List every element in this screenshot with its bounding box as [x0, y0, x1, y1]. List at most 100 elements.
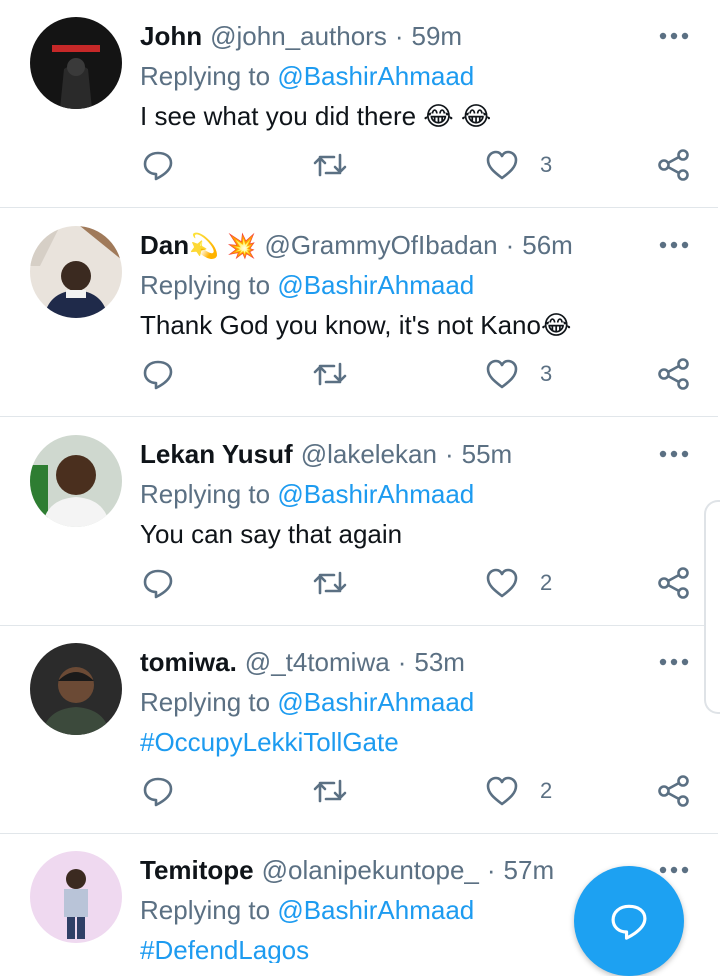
share-button[interactable]	[656, 766, 692, 816]
separator-dot: ·	[394, 21, 404, 51]
reply-button[interactable]	[140, 766, 176, 816]
replying-to-line: Replying to @BashirAhmaad	[140, 686, 474, 718]
like-count: 2	[540, 570, 553, 595]
mention-link[interactable]: @BashirAhmaad	[277, 61, 474, 91]
like-icon	[486, 776, 518, 806]
timestamp[interactable]: 56m	[522, 230, 573, 260]
author-handle[interactable]: @john_authors	[210, 21, 387, 51]
like-count: 3	[540, 361, 553, 386]
share-button[interactable]	[656, 140, 692, 190]
mention-link[interactable]: @BashirAhmaad	[277, 479, 474, 509]
like-icon	[486, 359, 518, 389]
avatar-image	[30, 17, 122, 109]
like-button[interactable]: 3	[484, 349, 552, 399]
like-count: 2	[540, 778, 553, 803]
reply-icon	[143, 360, 173, 390]
replying-to-line: Replying to @BashirAhmaad	[140, 478, 474, 510]
replying-to-line: Replying to @BashirAhmaad	[140, 269, 474, 301]
reply-button[interactable]	[140, 349, 176, 399]
more-button[interactable]	[656, 648, 692, 676]
separator-dot: ·	[486, 855, 496, 885]
author-name[interactable]: John	[140, 21, 202, 51]
author-handle[interactable]: @olanipekuntope_	[262, 855, 479, 885]
more-button[interactable]	[656, 231, 692, 259]
author-name[interactable]: Dan	[140, 230, 189, 260]
tweet-header: tomiwa. @_t4tomiwa · 53m	[140, 646, 465, 678]
timestamp[interactable]: 57m	[504, 855, 555, 885]
name-emoji: 💫 💥	[189, 232, 257, 260]
divider	[0, 416, 718, 417]
retweet-icon	[313, 571, 347, 595]
tweet-actions: 2	[0, 766, 720, 816]
author-handle[interactable]: @GrammyOfIbadan	[265, 230, 498, 260]
tweet-text: I see what you did there 😂 😂	[140, 101, 492, 131]
hashtag-link[interactable]: #OccupyLekkiTollGate	[140, 726, 399, 758]
share-icon	[658, 358, 689, 390]
more-button[interactable]	[656, 22, 692, 50]
like-icon	[486, 568, 518, 598]
tweet-card[interactable]: John @john_authors · 59m Replying to @Bashi…	[0, 0, 720, 208]
avatar-image	[30, 226, 122, 318]
author-handle[interactable]: @_t4tomiwa	[245, 647, 390, 677]
share-icon	[658, 775, 689, 807]
tweet-card[interactable]: Lekan Yusuf @lakelekan · 55m Replying to @B…	[0, 418, 720, 626]
avatar[interactable]	[30, 435, 122, 527]
share-button[interactable]	[656, 349, 692, 399]
reply-icon	[143, 777, 173, 807]
share-button[interactable]	[656, 558, 692, 608]
tweet-header: Lekan Yusuf @lakelekan · 55m	[140, 438, 512, 470]
more-icon	[659, 241, 689, 249]
avatar-image	[30, 851, 122, 943]
compose-reply-icon	[611, 904, 647, 940]
retweet-button[interactable]	[312, 558, 348, 608]
like-count: 3	[540, 152, 553, 177]
author-handle[interactable]: @lakelekan	[301, 439, 437, 469]
avatar[interactable]	[30, 643, 122, 735]
replying-to-label: Replying to	[140, 479, 278, 509]
reply-icon	[143, 151, 173, 181]
author-name[interactable]: Temitope	[140, 855, 254, 885]
like-button[interactable]: 3	[484, 140, 552, 190]
timestamp[interactable]: 55m	[462, 439, 513, 469]
share-icon	[658, 149, 689, 181]
tweet-card[interactable]: Dan💫 💥 @GrammyOfIbadan · 56m Replying to @B…	[0, 209, 720, 417]
retweet-icon	[313, 779, 347, 803]
tweet-actions: 3	[0, 140, 720, 190]
hashtag-link[interactable]: #DefendLagos	[140, 934, 309, 963]
more-button[interactable]	[656, 440, 692, 468]
retweet-icon	[313, 153, 347, 177]
replying-to-line: Replying to @BashirAhmaad	[140, 60, 474, 92]
mention-link[interactable]: @BashirAhmaad	[277, 687, 474, 717]
like-button[interactable]: 2	[484, 766, 552, 816]
retweet-button[interactable]	[312, 140, 348, 190]
tweet-header: John @john_authors · 59m	[140, 20, 462, 52]
more-icon	[659, 658, 689, 666]
retweet-button[interactable]	[312, 349, 348, 399]
reply-button[interactable]	[140, 140, 176, 190]
tweet-header: Dan💫 💥 @GrammyOfIbadan · 56m	[140, 229, 573, 261]
timestamp[interactable]: 59m	[412, 21, 463, 51]
mention-link[interactable]: @BashirAhmaad	[277, 895, 474, 925]
replying-to-label: Replying to	[140, 61, 278, 91]
tweet-card[interactable]: tomiwa. @_t4tomiwa · 53m Replying to @Bashi…	[0, 626, 720, 834]
timestamp[interactable]: 53m	[414, 647, 465, 677]
like-button[interactable]: 2	[484, 558, 552, 608]
compose-reply-button[interactable]	[574, 866, 684, 976]
avatar[interactable]	[30, 226, 122, 318]
author-name[interactable]: Lekan Yusuf	[140, 439, 293, 469]
more-icon	[659, 866, 689, 874]
reply-icon	[143, 569, 173, 599]
reply-button[interactable]	[140, 558, 176, 608]
separator-dot: ·	[397, 647, 407, 677]
more-icon	[659, 450, 689, 458]
avatar[interactable]	[30, 17, 122, 109]
scroll-handle[interactable]	[704, 500, 720, 714]
retweet-button[interactable]	[312, 766, 348, 816]
separator-dot: ·	[444, 439, 454, 469]
mention-link[interactable]: @BashirAhmaad	[277, 270, 474, 300]
replying-to-label: Replying to	[140, 687, 278, 717]
replying-to-label: Replying to	[140, 270, 278, 300]
author-name[interactable]: tomiwa.	[140, 647, 237, 677]
avatar[interactable]	[30, 851, 122, 943]
avatar-image	[30, 435, 122, 527]
